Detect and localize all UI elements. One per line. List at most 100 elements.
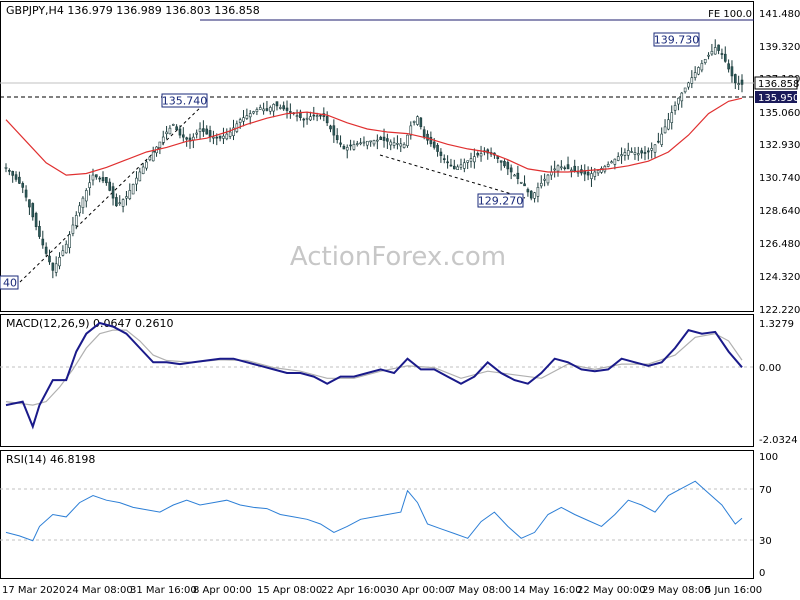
price-bar-body — [279, 107, 282, 109]
price-bar-body — [51, 262, 55, 271]
price-bar-body — [342, 145, 346, 150]
price-bar-body — [225, 133, 229, 140]
price-bar-body — [613, 158, 617, 165]
price-bar-body — [128, 190, 132, 199]
price-bar-body — [442, 158, 446, 160]
macd-axis: 1.3279 0.00 -2.0324 — [759, 319, 798, 446]
price-bar-body — [416, 116, 419, 125]
price-bar-body — [125, 196, 128, 199]
price-bar-body — [717, 44, 720, 51]
macd-title: MACD(12,26,9) 0.0647 0.2610 — [6, 317, 174, 330]
price-bar-body — [11, 171, 14, 176]
price-bar-body — [626, 150, 630, 156]
price-bar-body — [48, 255, 51, 263]
price-bar-body — [643, 152, 647, 154]
price-bar-body — [697, 67, 700, 75]
price-bar-body — [111, 186, 115, 199]
price-tick: 130.740 — [759, 173, 800, 184]
price-tick: 122.220 — [759, 305, 800, 316]
price-bar-body — [8, 170, 11, 172]
price-bar-body — [683, 87, 687, 93]
price-bar-body — [198, 128, 202, 132]
price-bar-body — [553, 168, 556, 171]
price-bar-body — [449, 164, 453, 167]
price-bar-body — [255, 109, 259, 112]
price-bar-body — [309, 116, 312, 121]
price-bar-body — [593, 171, 597, 177]
price-bar-body — [165, 131, 168, 135]
price-bar-body — [586, 171, 590, 176]
price-bar-body — [382, 136, 386, 141]
price-bar-body — [218, 135, 222, 139]
label-129270: 129.270 — [477, 193, 524, 208]
price-bar-body — [740, 79, 744, 85]
price-bar-body — [88, 182, 91, 188]
price-bar-body — [673, 105, 677, 111]
price-bar-body — [389, 141, 393, 146]
price-bar-body — [479, 153, 483, 157]
time-tick: 15 Apr 08:00 — [257, 585, 322, 596]
price-bar-body — [242, 117, 245, 122]
price-bar-body — [529, 190, 533, 199]
price-bar-body — [519, 181, 523, 184]
price-bar-body — [419, 117, 423, 127]
rsi-tick: 100 — [759, 452, 778, 463]
price-bar-body — [349, 144, 352, 147]
price-bar-body — [439, 151, 443, 156]
price-bar-body — [359, 142, 362, 145]
price-bar-body — [145, 161, 148, 169]
price-bar-body — [192, 136, 195, 141]
time-tick: 8 Apr 00:00 — [193, 585, 252, 596]
macd-panel — [0, 314, 754, 447]
price-bar-body — [543, 178, 546, 181]
price-bar-body — [392, 142, 396, 146]
price-bar-body — [74, 215, 78, 226]
price-bar-body — [121, 199, 125, 207]
price-bar-body — [34, 213, 38, 228]
price-bar-body — [610, 161, 613, 164]
price-bar-body — [412, 120, 416, 123]
price-bar-body — [636, 153, 640, 156]
price-bar-body — [215, 136, 219, 139]
price-bar-body — [713, 47, 717, 55]
price-bar-body — [663, 126, 667, 134]
price-bar-body — [78, 205, 81, 214]
price-bar-body — [566, 164, 570, 170]
price-bar-body — [71, 224, 75, 234]
price-bar-body — [536, 187, 540, 197]
price-bar-body — [573, 165, 577, 172]
price-bar-body — [436, 144, 439, 152]
price-bar-body — [345, 147, 349, 151]
price-tick: 124.320 — [759, 272, 800, 283]
label-135740-text: 135.740 — [162, 95, 208, 108]
price-bar-body — [703, 58, 707, 63]
price-bar-body — [406, 134, 409, 146]
price-bar-body — [205, 128, 209, 135]
price-bar-body — [68, 234, 71, 248]
price-bar-body — [54, 263, 58, 273]
price-bar-body — [81, 197, 85, 208]
price-bar-body — [523, 183, 526, 187]
chart-canvas: GBPJPY,H4 136.979 136.989 136.803 136.85… — [0, 1, 800, 596]
price-bar-body — [158, 141, 162, 148]
price-bar-body — [446, 161, 449, 164]
price-bar-body — [376, 139, 379, 142]
price-bar-body — [138, 171, 142, 182]
watermark: ActionForex.com — [290, 242, 506, 272]
price-bar-body — [285, 107, 289, 111]
price-bar-body — [533, 192, 536, 199]
price-bar-body — [539, 182, 543, 187]
price-bar-body — [208, 130, 212, 137]
price-bar-body — [422, 129, 426, 137]
price-bar-body — [222, 135, 225, 139]
price-bar-body — [289, 111, 292, 113]
time-axis: 17 Mar 2020 24 Mar 08:00 31 Mar 16:00 8 … — [2, 585, 762, 596]
rsi-panel — [0, 450, 754, 579]
price-bar-body — [399, 143, 403, 147]
price-bar-body — [44, 246, 48, 254]
price-bar-body — [335, 135, 339, 141]
price-bar-body — [268, 107, 272, 112]
price-bar-body — [362, 141, 366, 144]
price-bar-body — [319, 114, 322, 117]
price-bar-body — [61, 250, 65, 256]
